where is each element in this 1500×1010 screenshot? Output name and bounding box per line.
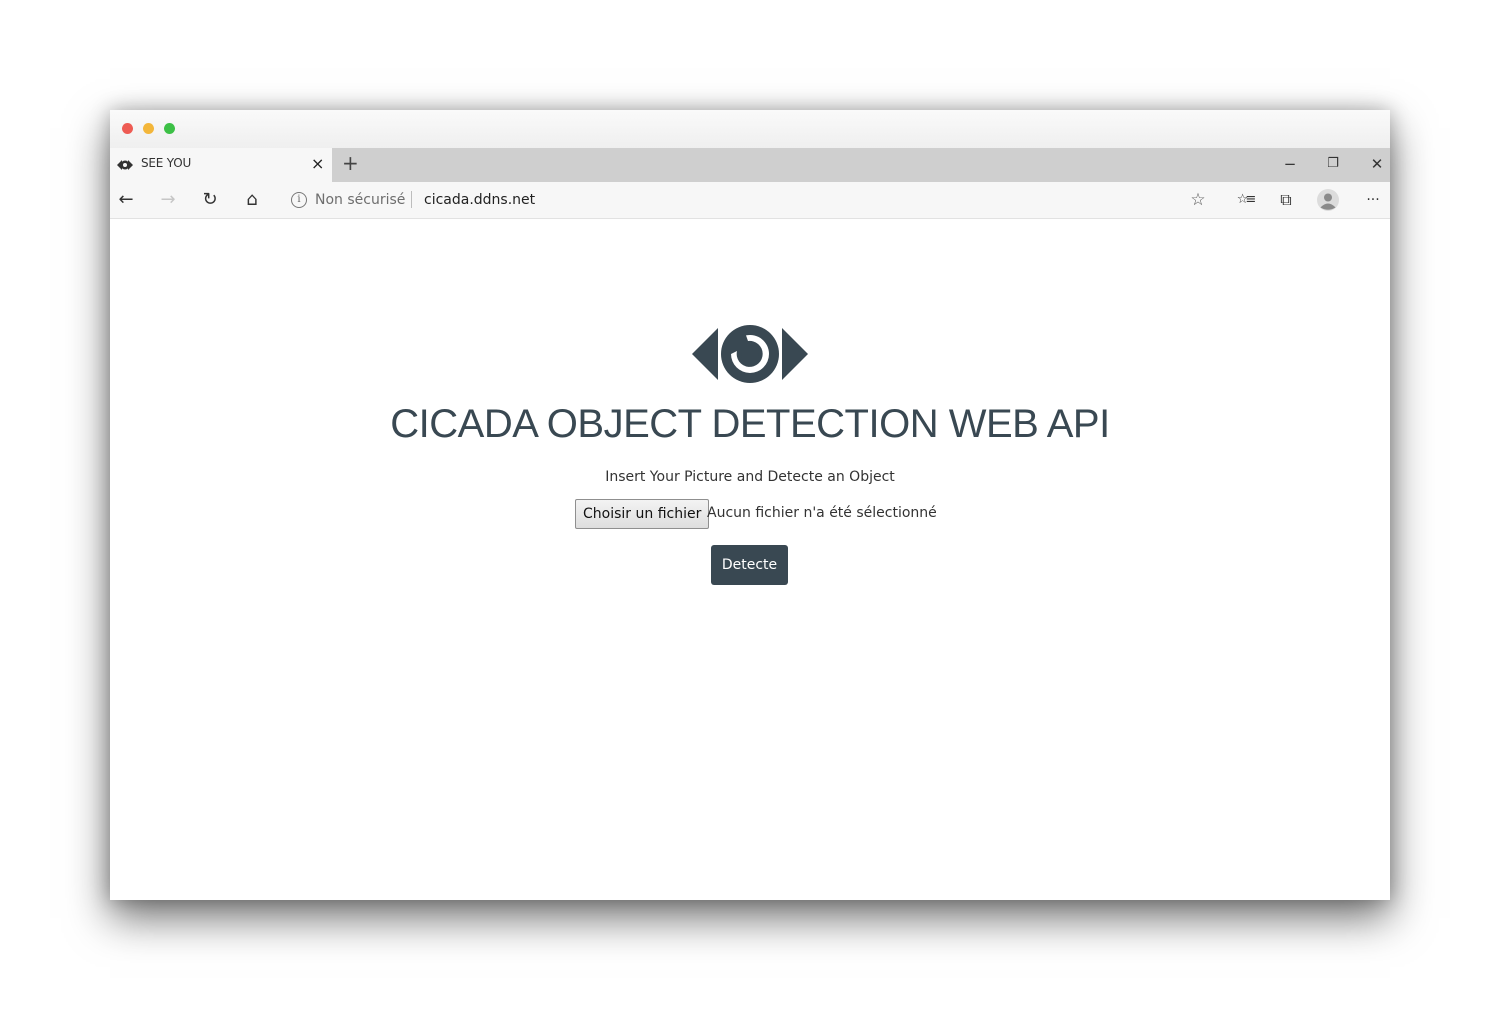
- favorite-star-icon[interactable]: ☆: [1186, 187, 1210, 213]
- url-text[interactable]: cicada.ddns.net: [424, 192, 535, 208]
- refresh-icon[interactable]: ↻: [198, 187, 222, 213]
- page-subtitle: Insert Your Picture and Detecte an Objec…: [605, 469, 895, 485]
- more-menu-icon[interactable]: ···: [1361, 187, 1385, 213]
- browser-toolbar: ← → ↻ ⌂ i Non sécurisé cicada.ddns.net ☆…: [110, 182, 1390, 219]
- browser-window: SEE YOU × + − ❐ ✕ ← → ↻ ⌂ i Non sécurisé…: [110, 110, 1390, 900]
- file-upload: Choisir un fichier Aucun fichier n'a été…: [575, 499, 975, 531]
- choose-file-button[interactable]: Choisir un fichier: [575, 499, 710, 529]
- mac-minimize-button[interactable]: [143, 123, 154, 134]
- forward-icon[interactable]: →: [156, 187, 180, 213]
- collections-icon[interactable]: ⧉: [1274, 187, 1298, 213]
- mac-zoom-button[interactable]: [164, 123, 175, 134]
- back-icon[interactable]: ←: [114, 187, 138, 213]
- tab-title: SEE YOU: [141, 156, 192, 170]
- address-divider: [411, 191, 412, 208]
- eye-icon: [692, 325, 808, 383]
- address-bar[interactable]: i Non sécurisé cicada.ddns.net: [280, 185, 1220, 215]
- close-window-icon[interactable]: ✕: [1365, 153, 1389, 175]
- favorites-hub-icon[interactable]: ☆≡: [1231, 187, 1259, 213]
- page-title: CICADA OBJECT DETECTION WEB API: [390, 402, 1110, 446]
- tab-see-you[interactable]: SEE YOU ×: [110, 148, 332, 182]
- mac-titlebar: [110, 110, 1390, 148]
- profile-avatar-icon[interactable]: [1317, 189, 1339, 211]
- minimize-icon[interactable]: −: [1278, 153, 1302, 175]
- mac-close-button[interactable]: [122, 123, 133, 134]
- restore-icon[interactable]: ❐: [1321, 153, 1345, 175]
- file-status-text: Aucun fichier n'a été sélectionné: [707, 505, 937, 521]
- info-icon[interactable]: i: [291, 192, 307, 208]
- home-icon[interactable]: ⌂: [240, 187, 264, 213]
- security-label[interactable]: Non sécurisé: [315, 192, 405, 208]
- tab-close-icon[interactable]: ×: [311, 154, 324, 173]
- page-content: CICADA OBJECT DETECTION WEB API Insert Y…: [110, 219, 1390, 900]
- detect-button[interactable]: Detecte: [711, 545, 788, 585]
- tab-strip: SEE YOU × + − ❐ ✕: [110, 148, 1390, 182]
- new-tab-button[interactable]: +: [342, 151, 359, 175]
- eye-icon: [117, 160, 133, 170]
